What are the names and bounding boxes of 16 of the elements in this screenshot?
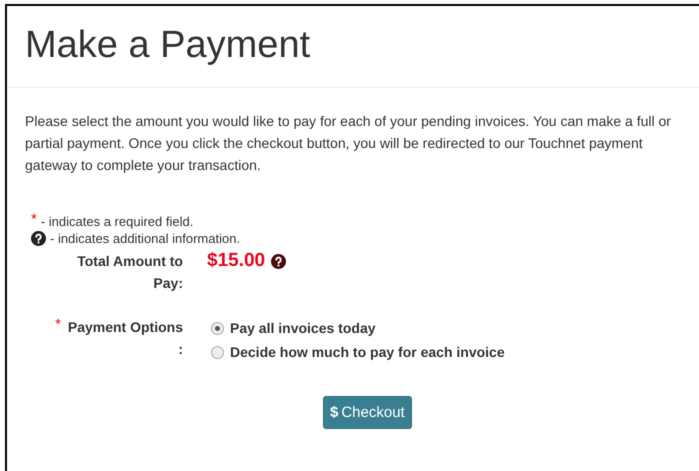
info-icon [31,231,46,246]
page-title: Make a Payment [25,23,312,68]
radio-button[interactable] [211,322,224,334]
payment-option[interactable]: Decide how much to pay for each invoice [211,344,699,360]
payment-options-label: Payment Options : [66,318,183,359]
legend-text: - indicates additional information. [50,231,240,246]
info-icon [271,254,286,268]
required-mark: * [55,316,61,334]
checkout-button[interactable]: $ Checkout [323,396,412,429]
instructions-text: Please select the amount you would like to pay for each of your pending invoices. You can make a full or partial payment. Once you click the checkout button, you will be redirected to our Touchnet payment gateway to complete your transaction. [25,112,672,175]
total-amount: $15.00 [207,250,266,272]
total-label: Total Amount to Pay: [76,252,183,293]
payment-option[interactable]: Pay all invoices today [211,320,699,336]
legend-text: - indicates a required field. [40,214,194,229]
required-mark: * [31,214,37,226]
radio-button[interactable] [211,346,224,358]
